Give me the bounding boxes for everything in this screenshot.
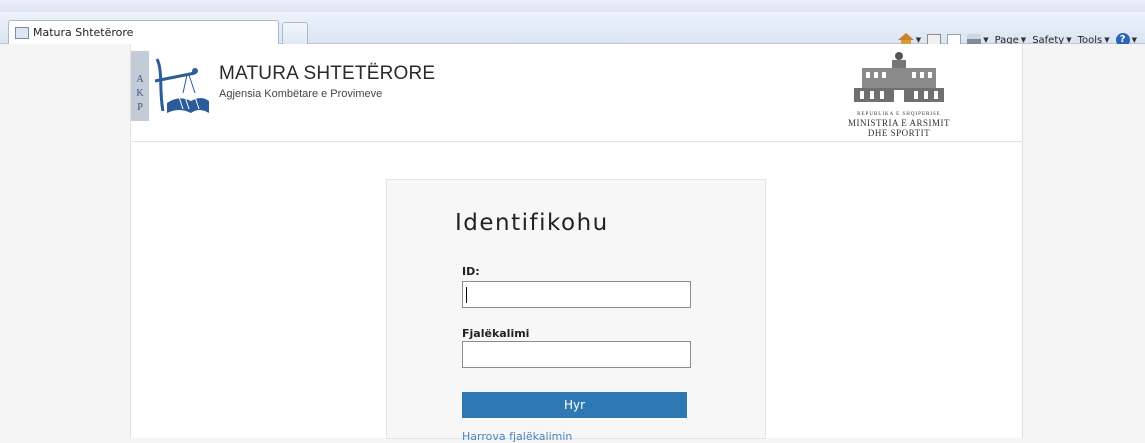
content-frame: A K P MATURA SHTETËRORE Agjensia Kombëta…: [130, 44, 1023, 443]
logo-letter: P: [137, 102, 143, 113]
ministry-logo: REPUBLIKA E SHQIPERISE MINISTRIA E ARSIM…: [824, 50, 974, 138]
chevron-down-icon: ▼: [1104, 36, 1110, 44]
page-favicon-icon: [15, 26, 29, 39]
browser-top-strip: [0, 0, 1145, 12]
chevron-down-icon: ▼: [983, 36, 989, 44]
id-label: ID:: [462, 265, 480, 278]
ministry-name-line1: MINISTRIA E ARSIMIT: [847, 118, 950, 128]
browser-tab-bar: Matura Shtetërore ▼ ▼ Page ▼ Safety ▼ To…: [0, 12, 1145, 47]
chevron-down-icon: ▼: [1066, 36, 1072, 44]
home-icon: [897, 32, 914, 46]
tab-title: Matura Shtetërore: [33, 26, 134, 39]
login-panel: Identifikohu ID: Fjalëkalimi Hyr Harrova…: [386, 179, 766, 443]
logo-letter: A: [136, 74, 144, 85]
site-subtitle: Agjensia Kombëtare e Provimeve: [219, 88, 383, 100]
id-input[interactable]: [462, 281, 691, 308]
site-title: MATURA SHTETËRORE: [219, 63, 436, 84]
ministry-building-icon: [854, 52, 944, 102]
scales-book-icon: [154, 58, 209, 113]
password-label: Fjalëkalimi: [462, 327, 530, 340]
page-viewport: A K P MATURA SHTETËRORE Agjensia Kombëta…: [8, 44, 1145, 443]
browser-tab[interactable]: Matura Shtetërore: [8, 20, 279, 44]
akp-logo[interactable]: A K P: [131, 51, 211, 121]
ministry-name-line2: DHE SPORTIT: [867, 128, 931, 138]
login-button[interactable]: Hyr: [462, 392, 687, 418]
password-input[interactable]: [462, 341, 691, 368]
akp-letters: A K P: [131, 51, 149, 121]
home-button[interactable]: ▼: [897, 32, 922, 46]
ministry-country: REPUBLIKA E SHQIPERISE: [857, 112, 941, 117]
login-heading: Identifikohu: [455, 210, 609, 236]
logo-letter: K: [136, 88, 144, 99]
chevron-down-icon: ▼: [915, 36, 922, 44]
chevron-down-icon: ▼: [1020, 36, 1027, 44]
site-header: A K P MATURA SHTETËRORE Agjensia Kombëta…: [131, 44, 1022, 142]
new-tab-button[interactable]: [282, 22, 308, 44]
chevron-down-icon: ▼: [1131, 36, 1137, 44]
forgot-password-link[interactable]: Harrova fjalëkalimin: [462, 430, 572, 443]
